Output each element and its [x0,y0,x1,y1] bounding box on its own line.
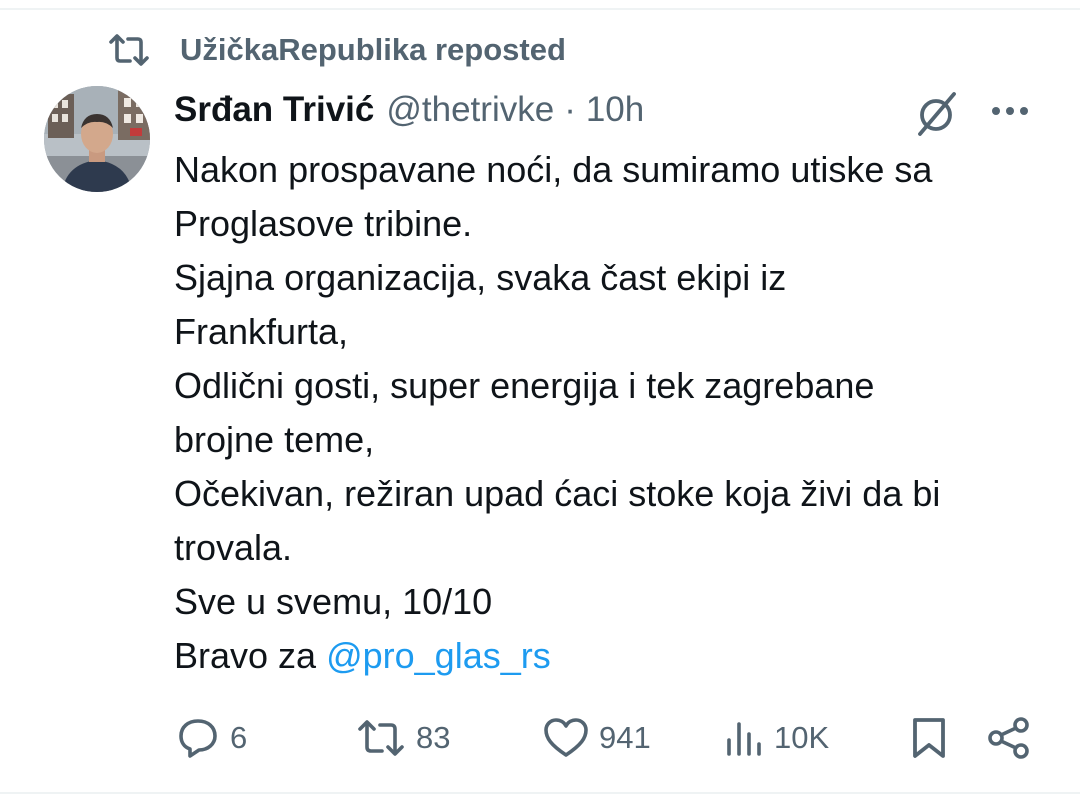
tweet-line-prefix: Bravo za [174,635,327,676]
bookmark-button[interactable] [910,712,948,764]
tweet-line: Nakon prospavane noći, da sumiramo utisk… [174,149,933,190]
tweet-line: Sve u svemu, 10/10 [174,581,493,622]
heart-icon [543,717,589,759]
timestamp[interactable]: 10h [586,90,644,130]
tweet-line: trovala. [174,527,293,568]
reply-count: 6 [230,720,248,755]
action-bar: 6 83 941 10K [0,712,1080,764]
tweet-line-last: Bravo za @pro_glas_rs [174,629,1054,683]
share-button[interactable] [986,712,1032,764]
like-button[interactable]: 941 [543,712,651,764]
share-icon [986,716,1032,760]
views-count: 10K [774,720,830,755]
tweet-line: Frankfurta, [174,311,349,352]
repost-icon [356,718,406,758]
tweet-line: Odlični gosti, super energija i tek zagr… [174,365,875,406]
repost-label: UžičkaRepublika reposted [180,32,566,67]
repost-icon [108,33,150,67]
repost-context[interactable]: UžičkaRepublika reposted [108,30,566,70]
tweet-text: Nakon prospavane noći, da sumiramo utisk… [174,143,1054,683]
views-icon [724,718,764,758]
separator-dot: · [564,90,576,129]
top-divider [0,8,1080,10]
repost-button[interactable]: 83 [356,712,450,764]
tweet-line: Očekivan, režiran upad ćaci stoke koja ž… [174,473,941,514]
tweet-line: brojne teme, [174,419,375,460]
bookmark-icon [910,716,948,760]
tweet-header: Srđan Trivić @thetrivke · 10h [174,90,644,130]
tweet-line: Sjajna organizacija, svaka čast ekipi iz [174,257,787,298]
reply-icon [176,716,220,760]
more-icon[interactable] [988,96,1032,126]
avatar[interactable] [44,86,150,192]
mention-link[interactable]: @pro_glas_rs [326,635,551,676]
bottom-divider [0,792,1080,794]
reply-button[interactable]: 6 [176,712,247,764]
repost-count: 83 [416,720,451,755]
author-name[interactable]: Srđan Trivić [174,90,374,130]
tweet-line: Proglasove tribine. [174,203,473,244]
views-button[interactable]: 10K [724,712,829,764]
grok-icon[interactable] [912,88,962,138]
like-count: 941 [599,720,651,755]
author-handle[interactable]: @thetrivke [386,90,554,130]
